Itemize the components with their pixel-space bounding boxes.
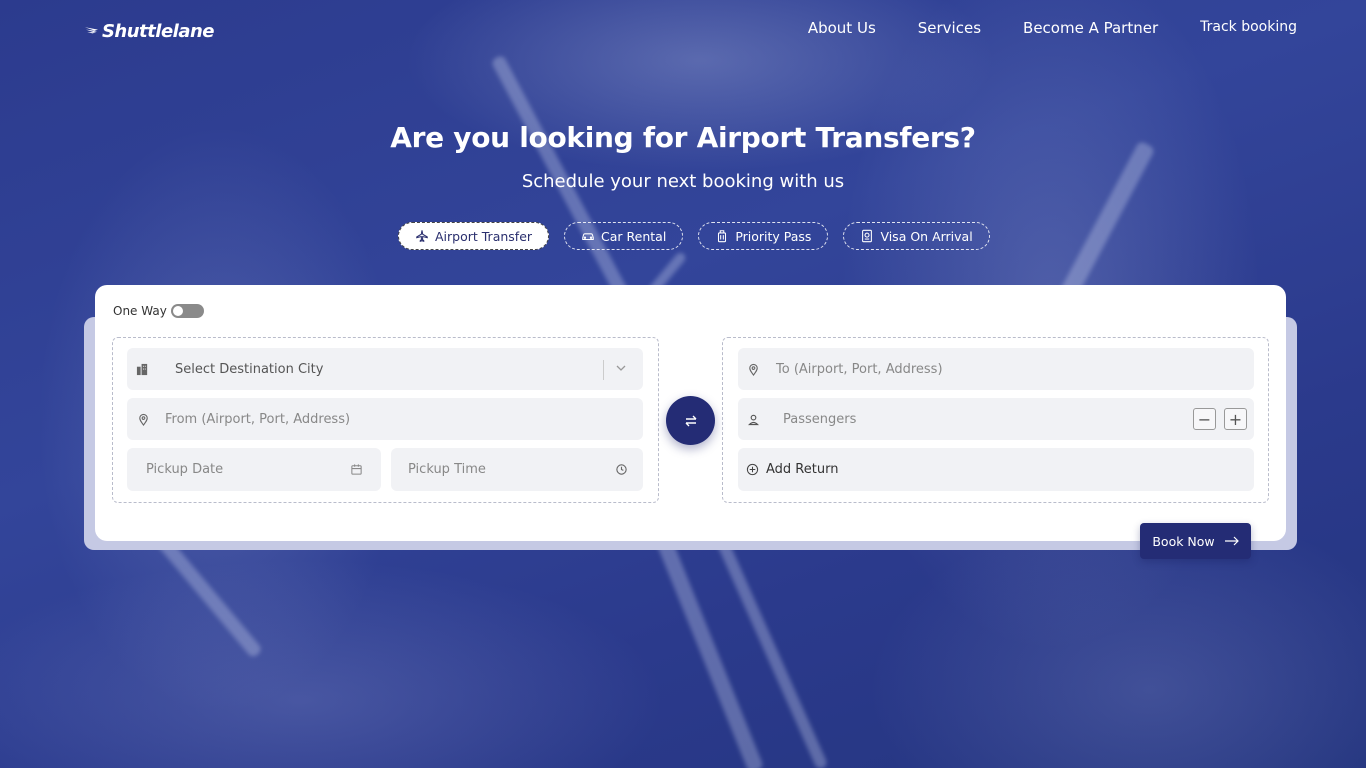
hero-headline: Are you looking for Airport Transfers?: [390, 121, 976, 154]
swap-locations-button[interactable]: [666, 396, 715, 445]
select-divider: [603, 360, 604, 380]
add-return-label: Add Return: [766, 462, 839, 477]
nav-track-booking[interactable]: Track booking: [1200, 19, 1297, 37]
pickup-date-placeholder: Pickup Date: [146, 462, 224, 477]
one-way-toggle-group: One Way: [113, 304, 204, 318]
minus-icon: −: [1197, 409, 1212, 429]
location-pin-icon: [746, 362, 760, 376]
destination-city-select[interactable]: Select Destination City: [127, 348, 643, 390]
add-return-button[interactable]: Add Return: [738, 448, 1254, 491]
passengers-increment-button[interactable]: +: [1224, 408, 1247, 430]
to-placeholder: To (Airport, Port, Address): [776, 361, 943, 377]
pickup-time-input[interactable]: Pickup Time: [391, 448, 643, 491]
passengers-decrement-button[interactable]: −: [1193, 408, 1216, 430]
building-icon: [135, 362, 149, 376]
chevron-down-icon: [615, 362, 627, 378]
brand-logo[interactable]: Shuttlelane: [84, 16, 215, 46]
book-now-label: Book Now: [1152, 533, 1215, 549]
location-pin-icon: [136, 412, 150, 426]
tab-label: Car Rental: [601, 228, 667, 244]
from-address-input[interactable]: From (Airport, Port, Address): [127, 398, 643, 440]
pickup-time-placeholder: Pickup Time: [408, 462, 486, 477]
book-now-button[interactable]: Book Now: [1140, 523, 1251, 559]
user-icon: [746, 412, 760, 426]
plus-circle-icon: [745, 463, 759, 477]
tab-visa-on-arrival[interactable]: Visa On Arrival: [843, 222, 990, 250]
pickup-date-input[interactable]: Pickup Date: [127, 448, 381, 491]
hero-subheadline: Schedule your next booking with us: [521, 171, 845, 192]
swap-arrows-icon: [685, 415, 696, 426]
main-nav: About Us Services Become A Partner Track…: [808, 19, 1297, 37]
one-way-label: One Way: [113, 304, 167, 318]
clock-icon: [614, 462, 628, 476]
service-tabs: Airport Transfer Car Rental Priority Pas…: [398, 222, 990, 250]
plus-icon: +: [1228, 409, 1243, 429]
wings-logo-icon: [84, 27, 99, 34]
tab-label: Visa On Arrival: [880, 228, 973, 244]
tab-label: Priority Pass: [735, 228, 812, 244]
one-way-toggle[interactable]: [170, 304, 204, 318]
luggage-icon: [718, 230, 727, 243]
car-icon: [582, 233, 594, 241]
nav-about-us[interactable]: About Us: [808, 19, 876, 37]
logo-text: Shuttlelane: [101, 20, 215, 42]
calendar-icon: [349, 462, 363, 476]
plane-icon: [416, 230, 428, 242]
arrow-right-icon: [1224, 536, 1239, 546]
tab-car-rental[interactable]: Car Rental: [564, 222, 684, 250]
destination-city-placeholder: Select Destination City: [175, 361, 324, 377]
passengers-input[interactable]: Passengers − +: [738, 398, 1254, 440]
passengers-placeholder: Passengers: [783, 411, 857, 427]
tab-priority-pass[interactable]: Priority Pass: [698, 222, 829, 250]
from-placeholder: From (Airport, Port, Address): [165, 411, 351, 427]
tab-label: Airport Transfer: [435, 228, 533, 244]
nav-become-a-partner[interactable]: Become A Partner: [1023, 19, 1158, 37]
to-address-input[interactable]: To (Airport, Port, Address): [738, 348, 1254, 390]
nav-services[interactable]: Services: [918, 19, 981, 37]
tab-airport-transfer[interactable]: Airport Transfer: [398, 222, 550, 250]
passport-icon: [862, 229, 873, 243]
